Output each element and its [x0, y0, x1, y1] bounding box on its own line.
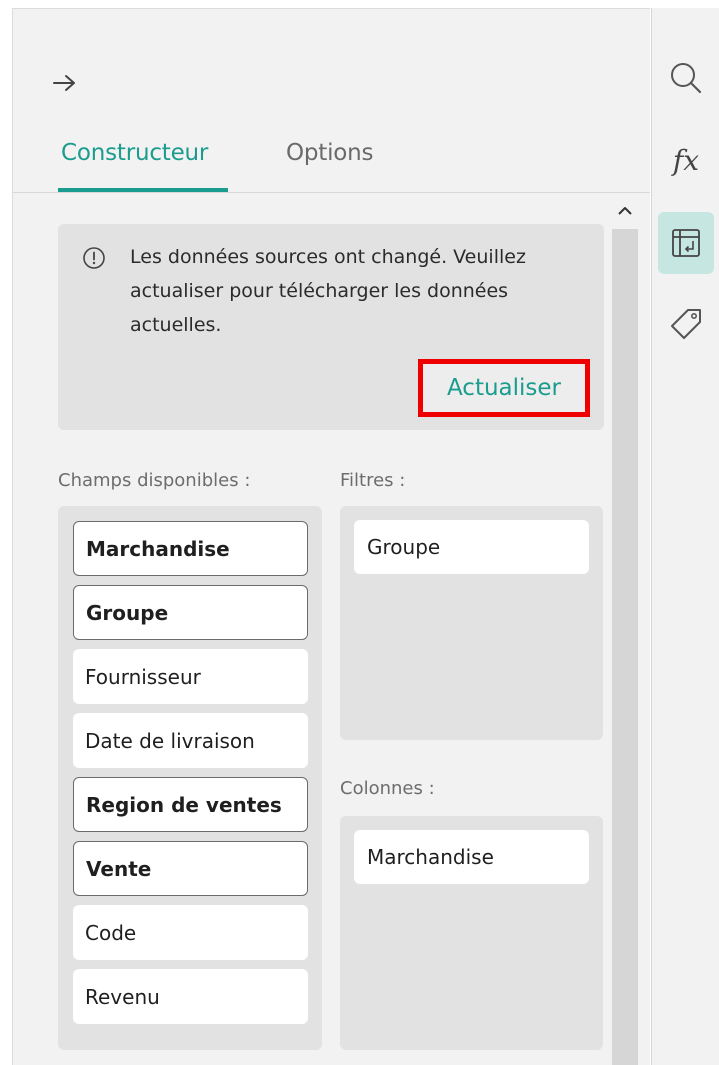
arrow-right-icon	[53, 75, 75, 91]
field-fournisseur[interactable]: Fournisseur	[73, 649, 308, 704]
filter-item-groupe[interactable]: Groupe	[354, 520, 589, 574]
column-item-marchandise[interactable]: Marchandise	[354, 830, 589, 884]
function-fx-icon: fx	[672, 143, 700, 177]
field-code[interactable]: Code	[73, 905, 308, 960]
notice-message: Les données sources ont changé. Veuillez…	[130, 246, 526, 336]
columns-drop-zone[interactable]: Marchandise	[340, 816, 603, 1050]
tab-options[interactable]: Options	[286, 140, 374, 166]
formula-button[interactable]: fx	[658, 132, 714, 188]
app-frame: Constructeur Options Les données sources…	[0, 0, 719, 1065]
filters-label: Filtres :	[340, 470, 406, 491]
field-vente[interactable]: Vente	[73, 841, 308, 896]
tag-icon	[671, 309, 701, 339]
field-marchandise[interactable]: Marchandise	[73, 521, 308, 576]
pivot-table-icon	[672, 229, 700, 257]
search-icon	[671, 63, 702, 94]
tab-constructeur[interactable]: Constructeur	[61, 140, 208, 166]
pivot-table-button[interactable]	[658, 212, 714, 274]
field-groupe[interactable]: Groupe	[73, 585, 308, 640]
tag-button[interactable]	[658, 296, 714, 352]
field-revenu[interactable]: Revenu	[73, 969, 308, 1024]
field-date-de-livraison[interactable]: Date de livraison	[73, 713, 308, 768]
available-fields-label: Champs disponibles :	[58, 470, 251, 491]
scrollbar-thumb[interactable]	[612, 229, 638, 1065]
scroll-up-button[interactable]	[610, 193, 640, 229]
refresh-button[interactable]: Actualiser	[418, 359, 590, 417]
info-circle-icon	[83, 247, 105, 269]
active-tab-indicator	[58, 188, 228, 192]
chevron-up-icon	[618, 207, 632, 215]
filters-drop-zone[interactable]: Groupe	[340, 506, 603, 740]
vertical-scrollbar[interactable]	[610, 193, 640, 1065]
collapse-panel-button[interactable]	[48, 66, 82, 100]
field-region-de-ventes[interactable]: Region de ventes	[73, 777, 308, 832]
search-button[interactable]	[658, 50, 714, 106]
panel-tabs: Constructeur Options	[12, 130, 650, 193]
available-fields-list: Marchandise Groupe Fournisseur Date de l…	[58, 506, 322, 1050]
columns-label: Colonnes :	[340, 778, 435, 799]
data-changed-notice: Les données sources ont changé. Veuillez…	[58, 224, 604, 430]
